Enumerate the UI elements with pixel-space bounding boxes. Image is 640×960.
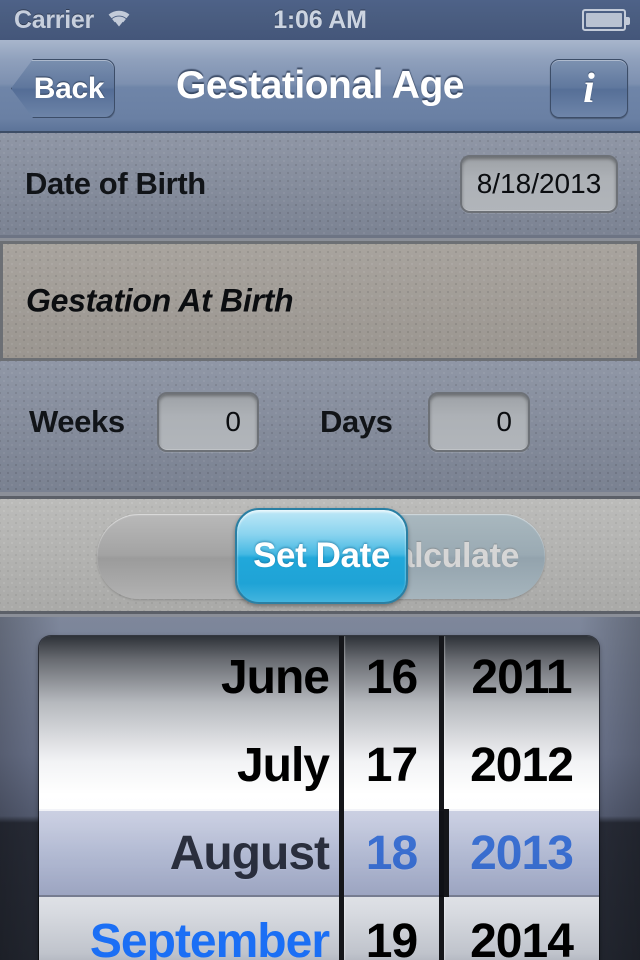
gestation-at-birth-section: Gestation At Birth	[0, 241, 640, 361]
days-value: 0	[496, 406, 512, 437]
nav-bar: Back Gestational Age i	[0, 40, 640, 133]
date-of-birth-label: Date of Birth	[25, 166, 206, 201]
date-picker[interactable]: June July August September 16 17 18 19 2…	[39, 636, 599, 960]
day-row[interactable]: 16	[344, 636, 439, 721]
weeks-days-row: Weeks 0 Days 0	[0, 391, 640, 453]
status-bar-left: Carrier	[14, 6, 134, 35]
year-wheel[interactable]: 2011 2012 2013 2014	[439, 636, 599, 960]
days-label: Days	[320, 404, 393, 439]
back-button[interactable]: Back	[11, 59, 115, 118]
gestation-at-birth-title: Gestation At Birth	[26, 282, 294, 319]
month-wheel[interactable]: June July August September	[39, 636, 344, 960]
weeks-input[interactable]: 0	[157, 392, 259, 452]
weeks-days-section: Weeks 0 Days 0	[0, 361, 640, 492]
year-row-selected[interactable]: 2013	[444, 809, 599, 897]
month-row[interactable]: September	[39, 897, 339, 960]
weeks-label: Weeks	[29, 404, 125, 439]
battery-icon	[582, 9, 630, 31]
back-button-label: Back	[33, 71, 105, 105]
set-date-button[interactable]: Set Date	[235, 508, 408, 604]
date-picker-area: June July August September 16 17 18 19 2…	[0, 617, 640, 960]
month-row[interactable]: June	[39, 636, 339, 721]
days-input[interactable]: 0	[428, 392, 530, 452]
carrier-label: Carrier	[14, 5, 94, 34]
date-of-birth-field[interactable]: 8/18/2013	[460, 155, 618, 213]
status-bar: Carrier 1:06 AM	[0, 0, 640, 40]
info-icon: i	[583, 65, 595, 112]
action-buttons-section: Clear Calculate Set Date	[0, 496, 640, 614]
app-screen: Carrier 1:06 AM Back Gestational Age i D…	[0, 0, 640, 960]
status-bar-right	[582, 9, 630, 31]
date-picker-wheels: June July August September 16 17 18 19 2…	[39, 636, 599, 960]
day-row[interactable]: 17	[344, 721, 439, 809]
day-row-selected[interactable]: 18	[344, 809, 439, 897]
year-row[interactable]: 2014	[444, 897, 599, 960]
date-of-birth-section: Date of Birth 8/18/2013	[0, 133, 640, 238]
year-row[interactable]: 2012	[444, 721, 599, 809]
date-of-birth-value: 8/18/2013	[476, 168, 602, 199]
month-row[interactable]: July	[39, 721, 339, 809]
year-row[interactable]: 2011	[444, 636, 599, 721]
set-date-button-label: Set Date	[253, 536, 390, 575]
wifi-icon	[104, 7, 134, 34]
month-row-selected[interactable]: August	[39, 809, 339, 897]
day-wheel[interactable]: 16 17 18 19	[339, 636, 444, 960]
info-button[interactable]: i	[550, 59, 628, 118]
day-row[interactable]: 19	[344, 897, 439, 960]
weeks-value: 0	[225, 406, 241, 437]
